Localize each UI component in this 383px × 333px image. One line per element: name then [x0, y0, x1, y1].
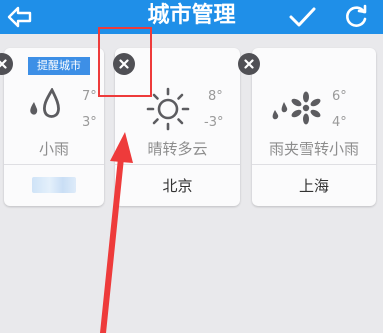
annotation-arrow: [100, 132, 133, 333]
